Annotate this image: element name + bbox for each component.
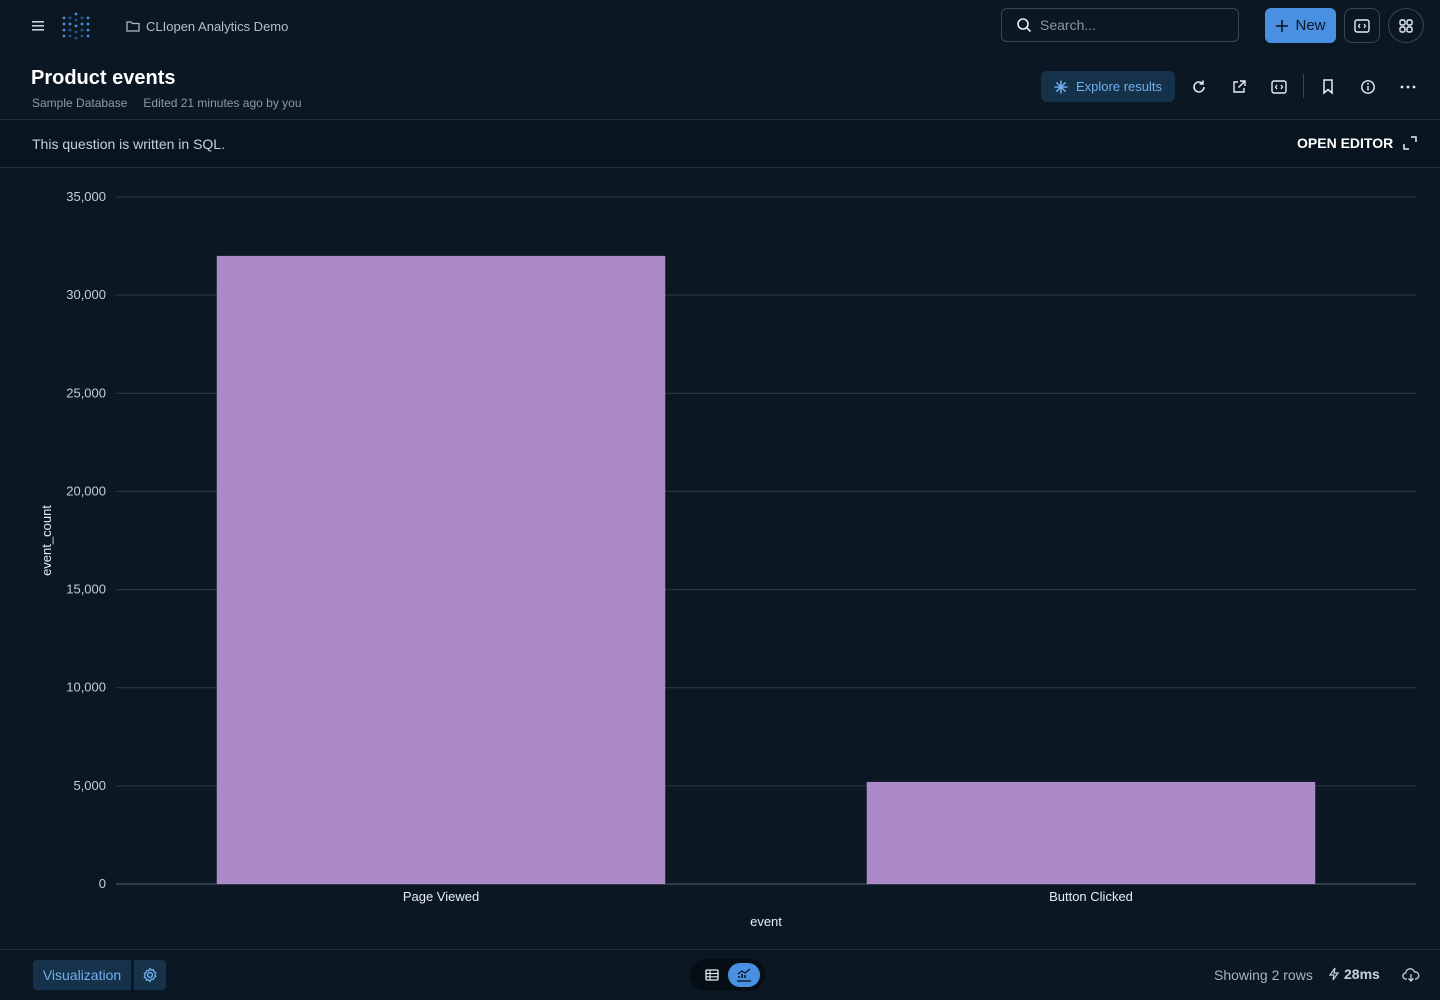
refresh-icon[interactable] [1184, 72, 1214, 102]
sql-notice: This question is written in SQL. [32, 136, 225, 152]
bar [866, 781, 1316, 884]
new-button-label: New [1295, 17, 1326, 34]
bookmark-icon[interactable] [1313, 72, 1343, 102]
x-axis-label: event [750, 914, 782, 929]
open-editor-button[interactable]: OPEN EDITOR [1297, 135, 1417, 151]
collection-breadcrumb[interactable]: CLIopen Analytics Demo [126, 17, 288, 35]
search-input[interactable]: Search... [1001, 8, 1239, 42]
download-icon[interactable] [1400, 964, 1422, 986]
row-count: Showing 2 rows [1214, 967, 1313, 983]
gear-icon[interactable] [134, 960, 166, 990]
app-logo-icon[interactable] [60, 10, 92, 42]
table-view-icon[interactable] [700, 963, 724, 987]
timing-value: 28ms [1344, 966, 1380, 982]
collection-name: CLIopen Analytics Demo [146, 18, 289, 34]
expand-icon [1403, 136, 1417, 150]
bar [216, 255, 666, 884]
y-tick-label: 20,000 [66, 483, 106, 498]
y-tick-label: 35,000 [66, 189, 106, 204]
info-icon[interactable] [1353, 72, 1383, 102]
apps-grid-icon[interactable] [1388, 8, 1424, 43]
chart-view-icon[interactable] [728, 963, 760, 987]
sparkle-icon [1054, 80, 1068, 94]
share-icon[interactable] [1224, 72, 1254, 102]
new-button[interactable]: New [1265, 8, 1336, 43]
explore-results-button[interactable]: Explore results [1041, 71, 1175, 102]
main-menu-icon[interactable] [26, 14, 52, 38]
question-meta: Sample Database Edited 21 minutes ago by… [32, 96, 302, 110]
y-tick-label: 10,000 [66, 680, 106, 695]
embed-icon[interactable] [1344, 8, 1380, 43]
explore-results-label: Explore results [1076, 79, 1162, 94]
y-tick-label: 15,000 [66, 582, 106, 597]
x-tick-label: Page Viewed [403, 889, 479, 904]
plus-icon [1275, 19, 1289, 33]
bar-chart: 0 5,000 10,000 15,000 20,000 25,000 30,000 35,0… [39, 189, 1416, 929]
y-axis-label: event_count [39, 505, 54, 576]
open-editor-label: OPEN EDITOR [1297, 135, 1394, 151]
visualization-label: Visualization [42, 967, 122, 983]
query-timing: 28ms [1328, 966, 1380, 982]
database-name[interactable]: Sample Database [32, 96, 127, 110]
x-tick-label: Button Clicked [1049, 889, 1133, 904]
folder-icon [126, 20, 140, 32]
y-tick-label: 0 [99, 876, 106, 891]
page-title[interactable]: Product events [31, 67, 175, 90]
y-tick-label: 25,000 [66, 385, 106, 400]
toolbar-divider [1303, 74, 1304, 98]
y-tick-label: 5,000 [73, 778, 106, 793]
y-tick-label: 30,000 [66, 287, 106, 302]
visualization-button[interactable]: Visualization [33, 960, 131, 990]
search-icon [1016, 17, 1032, 33]
embed-code-icon[interactable] [1264, 72, 1294, 102]
lightning-icon [1328, 967, 1340, 981]
more-options-icon[interactable] [1393, 72, 1423, 102]
search-placeholder: Search... [1040, 17, 1097, 33]
edited-info[interactable]: Edited 21 minutes ago by you [143, 96, 301, 110]
